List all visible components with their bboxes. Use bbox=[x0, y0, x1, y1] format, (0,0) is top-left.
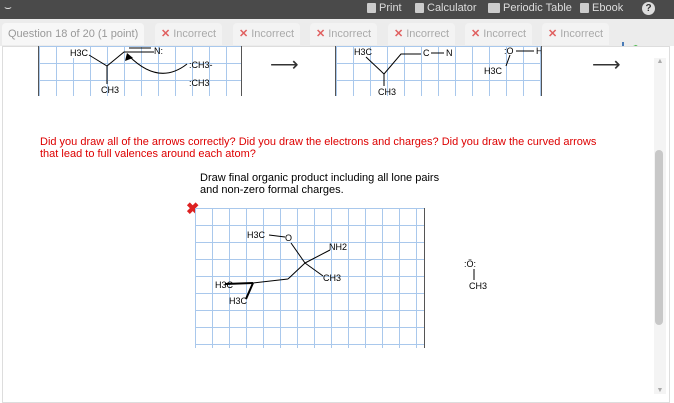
print-button[interactable]: Print bbox=[367, 2, 402, 14]
reaction-arrow-icon: ⟶ bbox=[270, 54, 299, 76]
tab-label: Incorrect bbox=[328, 28, 372, 40]
atom-label: H bbox=[536, 46, 541, 56]
tab-label: Incorrect bbox=[251, 28, 295, 40]
calculator-label: Calculator bbox=[427, 2, 477, 14]
atom-label: CH3 bbox=[101, 85, 119, 95]
atom-label: H3C bbox=[70, 48, 89, 58]
tab-attempt[interactable]: ✕ Incorrect bbox=[233, 23, 301, 45]
nucleophile-label: :CH3- bbox=[189, 60, 213, 70]
atom-label: H3C bbox=[247, 230, 266, 240]
question-tabs: Question 18 of 20 (1 point) ✕ Incorrect ✕… bbox=[0, 19, 674, 60]
atom-label: H3C bbox=[354, 47, 373, 57]
atom-label: CH3 bbox=[378, 87, 396, 96]
periodic-table-label: Periodic Table bbox=[503, 2, 572, 14]
atom-label: :Ö: bbox=[464, 259, 476, 269]
instruction-text: Draw final organic product including all… bbox=[200, 172, 440, 196]
atom-label: CH3 bbox=[323, 273, 341, 283]
tab-label: Incorrect bbox=[173, 28, 217, 40]
logo-icon: ⌣ bbox=[4, 0, 12, 14]
mechanism-step1-canvas: H3C N: CH3 :CH3- :CH3 bbox=[38, 46, 242, 96]
x-icon: ✕ bbox=[316, 28, 326, 40]
x-icon: ✕ bbox=[239, 28, 249, 40]
tab-label: Incorrect bbox=[406, 28, 450, 40]
atom-label: :O bbox=[504, 46, 514, 56]
answer-drawing-canvas[interactable]: H3C O NH2 CH3 H3C H3C bbox=[195, 208, 425, 348]
molecule-step1: H3C N: CH3 :CH3- :CH3 bbox=[69, 46, 213, 95]
atom-label: C bbox=[423, 48, 430, 58]
molecule-step2: H3C C N CH3 :O H H3C bbox=[354, 46, 543, 97]
top-toolbar: ⌣ Print Calculator Periodic Table Ebook … bbox=[0, 0, 674, 19]
scroll-up-icon[interactable]: ▲ bbox=[654, 58, 666, 65]
tab-label: Incorrect bbox=[560, 28, 604, 40]
nucleophile-text: :CH3 bbox=[189, 78, 210, 88]
atom-label: H3C bbox=[484, 66, 503, 76]
help-button[interactable]: ? bbox=[642, 2, 655, 15]
atom-label: N bbox=[446, 48, 453, 58]
atom-label: O bbox=[285, 233, 292, 243]
print-label: Print bbox=[379, 2, 402, 14]
answer-molecule: H3C O NH2 CH3 H3C H3C bbox=[215, 230, 347, 306]
curved-arrow bbox=[128, 55, 188, 74]
tab-attempt[interactable]: ✕ Incorrect bbox=[542, 23, 610, 45]
byproduct-methoxide: :Ö: CH3 bbox=[464, 259, 487, 291]
atom-label: H3C bbox=[229, 296, 248, 306]
x-icon: ✕ bbox=[161, 28, 171, 40]
feedback-prompt: Did you draw all of the arrows correctly… bbox=[40, 136, 597, 160]
scrollbar-thumb[interactable] bbox=[655, 150, 663, 325]
table-icon bbox=[488, 3, 500, 13]
periodic-table-button[interactable]: Periodic Table bbox=[488, 2, 572, 14]
x-icon: ✕ bbox=[471, 28, 481, 40]
scroll-down-icon[interactable]: ▼ bbox=[654, 387, 666, 394]
book-icon bbox=[580, 3, 589, 13]
tab-attempt[interactable]: ✕ Incorrect bbox=[465, 23, 533, 45]
tab-attempt[interactable]: ✕ Incorrect bbox=[388, 23, 456, 45]
atom-label: N: bbox=[154, 46, 163, 56]
x-icon: ✕ bbox=[548, 28, 558, 40]
ebook-button[interactable]: Ebook bbox=[580, 2, 623, 14]
ebook-label: Ebook bbox=[592, 2, 624, 14]
tab-label: Incorrect bbox=[483, 28, 527, 40]
mechanism-step2-canvas: H3C C N CH3 :O H H3C bbox=[335, 46, 543, 97]
vertical-scrollbar[interactable]: ▲ ▼ bbox=[654, 58, 666, 394]
atom-label: H3C bbox=[215, 280, 234, 290]
atom-label: NH2 bbox=[329, 242, 347, 252]
printer-icon bbox=[367, 3, 376, 13]
reaction-arrow-icon: ⟶ bbox=[592, 54, 621, 76]
calculator-icon bbox=[415, 3, 424, 13]
atom-label: CH3- bbox=[192, 60, 213, 70]
calculator-button[interactable]: Calculator bbox=[415, 2, 477, 14]
tab-attempt[interactable]: ✕ Incorrect bbox=[155, 23, 223, 45]
x-icon: ✕ bbox=[394, 28, 404, 40]
tab-attempt[interactable]: ✕ Incorrect bbox=[310, 23, 378, 45]
tab-current-question[interactable]: Question 18 of 20 (1 point) bbox=[2, 23, 145, 45]
atom-label: CH3 bbox=[469, 281, 487, 291]
